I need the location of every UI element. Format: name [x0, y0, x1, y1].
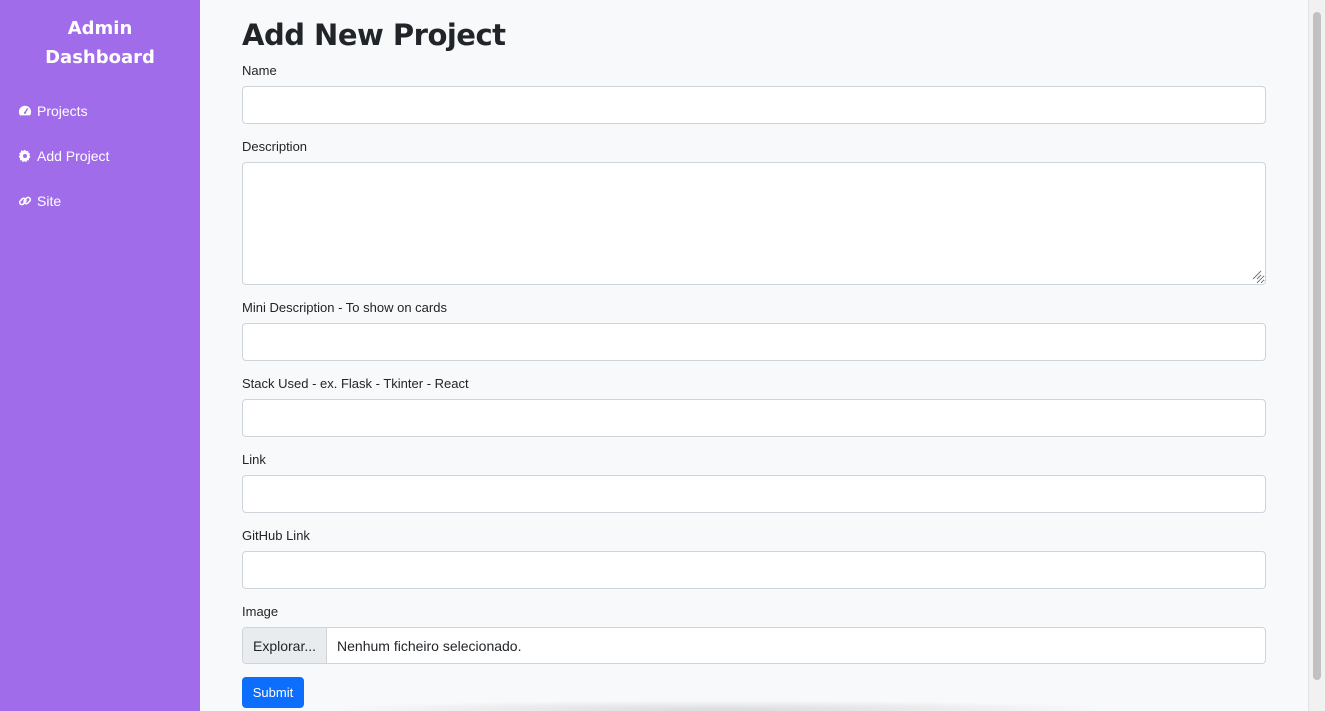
image-label: Image [242, 604, 279, 619]
brand-title-line2: Dashboard [45, 47, 155, 68]
brand-title: Admin Dashboard [0, 14, 200, 72]
sidebar-item-projects[interactable]: Projects [17, 100, 88, 122]
sidebar-item-label: Projects [37, 103, 88, 119]
page-scrollbar[interactable] [1308, 0, 1325, 711]
mini-description-input[interactable] [242, 323, 1266, 361]
name-input[interactable] [242, 86, 1266, 124]
sidebar: Admin Dashboard Projects Add Project Sit… [0, 0, 200, 711]
submit-button[interactable]: Submit [242, 677, 304, 708]
stack-label: Stack Used - ex. Flask - Tkinter - React [242, 376, 469, 391]
sidebar-item-add-project[interactable]: Add Project [17, 145, 109, 167]
mini-description-label: Mini Description - To show on cards [242, 300, 447, 315]
page-title: Add New Project [242, 18, 506, 52]
image-file-input[interactable]: Explorar... Nenhum ficheiro selecionado. [242, 627, 1266, 664]
link-label: Link [242, 452, 266, 467]
sidebar-item-site[interactable]: Site [17, 190, 61, 212]
stack-input[interactable] [242, 399, 1266, 437]
resize-handle-icon[interactable] [1250, 268, 1262, 280]
scrollbar-thumb[interactable] [1313, 12, 1321, 680]
description-label: Description [242, 139, 308, 154]
bottom-shadow [320, 700, 1120, 711]
browse-button[interactable]: Explorar... [243, 628, 328, 663]
sidebar-item-label: Add Project [37, 148, 110, 164]
gear-icon [17, 149, 32, 164]
dashboard-icon [17, 104, 32, 119]
name-label: Name [242, 63, 277, 78]
brand-title-line1: Admin [67, 18, 133, 39]
description-textarea[interactable] [242, 162, 1266, 285]
sidebar-item-label: Site [37, 193, 62, 209]
link-icon [17, 194, 32, 209]
github-link-input[interactable] [242, 551, 1266, 589]
github-link-label: GitHub Link [242, 528, 310, 543]
main-content: Add New Project Name Description Mini De… [242, 0, 1266, 711]
link-input[interactable] [242, 475, 1266, 513]
file-status-text: Nenhum ficheiro selecionado. [337, 637, 522, 654]
